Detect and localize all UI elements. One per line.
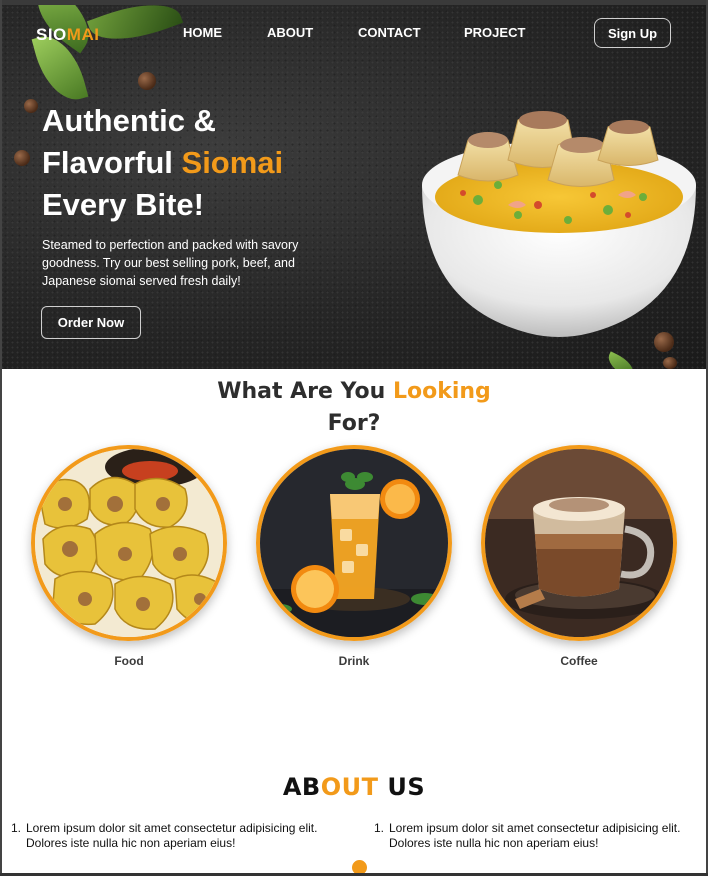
nav-link-project[interactable]: PROJECT	[464, 25, 525, 40]
nav-link-home[interactable]: HOME	[183, 25, 222, 40]
list-item-text: Lorem ipsum dolor sit amet consectetur a…	[389, 821, 681, 850]
sign-up-button[interactable]: Sign Up	[594, 18, 671, 48]
about-title-text: AB	[282, 773, 321, 801]
logo-text-accent: MAI	[66, 25, 100, 44]
window-left-border	[0, 0, 2, 876]
about-list-right: 1. Lorem ipsum dolor sit amet consectetur…	[374, 821, 694, 851]
hero-title-line: Flavorful	[42, 145, 182, 180]
site-logo[interactable]: SIOMAI	[36, 25, 99, 45]
about-list-left: 1. Lorem ipsum dolor sit amet consectetur…	[11, 821, 331, 851]
hero-title-line: Every Bite!	[42, 187, 204, 222]
about-title-text: US	[378, 773, 426, 801]
logo-text: SIO	[36, 25, 67, 44]
order-now-button[interactable]: Order Now	[41, 306, 141, 339]
list-number: 1.	[374, 821, 385, 835]
peppercorn-decoration	[663, 357, 677, 369]
category-label: Food	[114, 654, 144, 668]
section-title-text: For?	[327, 411, 381, 436]
coffee-image[interactable]	[481, 445, 677, 641]
top-nav: SIOMAI HOME ABOUT CONTACT PROJECT Sign U…	[0, 5, 708, 59]
category-card-coffee[interactable]: Coffee	[481, 445, 677, 668]
section-title-accent: Looking	[392, 379, 491, 404]
category-label: Coffee	[560, 654, 598, 668]
nav-link-contact[interactable]: CONTACT	[358, 25, 421, 40]
category-card-drink[interactable]: Drink	[256, 445, 452, 668]
food-image[interactable]	[31, 445, 227, 641]
category-card-food[interactable]: Food	[31, 445, 227, 668]
about-title-accent: OUT	[320, 773, 379, 801]
list-item-text: Lorem ipsum dolor sit amet consectetur a…	[26, 821, 318, 850]
window-top-border	[0, 0, 708, 5]
section-title-looking: What Are You Looking For?	[0, 376, 708, 440]
drink-image[interactable]	[256, 445, 452, 641]
peppercorn-decoration	[138, 72, 156, 90]
hero-title-line: Authentic &	[42, 103, 216, 138]
leaf-decoration	[604, 351, 638, 369]
section-title-text: What Are You	[217, 379, 393, 404]
hero-title: Authentic & Flavorful Siomai Every Bite!	[42, 100, 362, 226]
category-label: Drink	[338, 654, 370, 668]
hero-title-accent: Siomai	[181, 145, 284, 180]
siomai-bowl-image	[418, 105, 700, 345]
list-number: 1.	[11, 821, 22, 835]
hero-description: Steamed to perfection and packed with sa…	[42, 238, 299, 288]
list-item: 1. Lorem ipsum dolor sit amet consectetur…	[11, 821, 331, 851]
peppercorn-decoration	[14, 150, 30, 166]
list-item: 1. Lorem ipsum dolor sit amet consectetur…	[374, 821, 694, 851]
peppercorn-decoration	[24, 99, 38, 113]
section-title-about: ABOUT US	[0, 771, 708, 803]
nav-link-about[interactable]: ABOUT	[267, 25, 313, 40]
